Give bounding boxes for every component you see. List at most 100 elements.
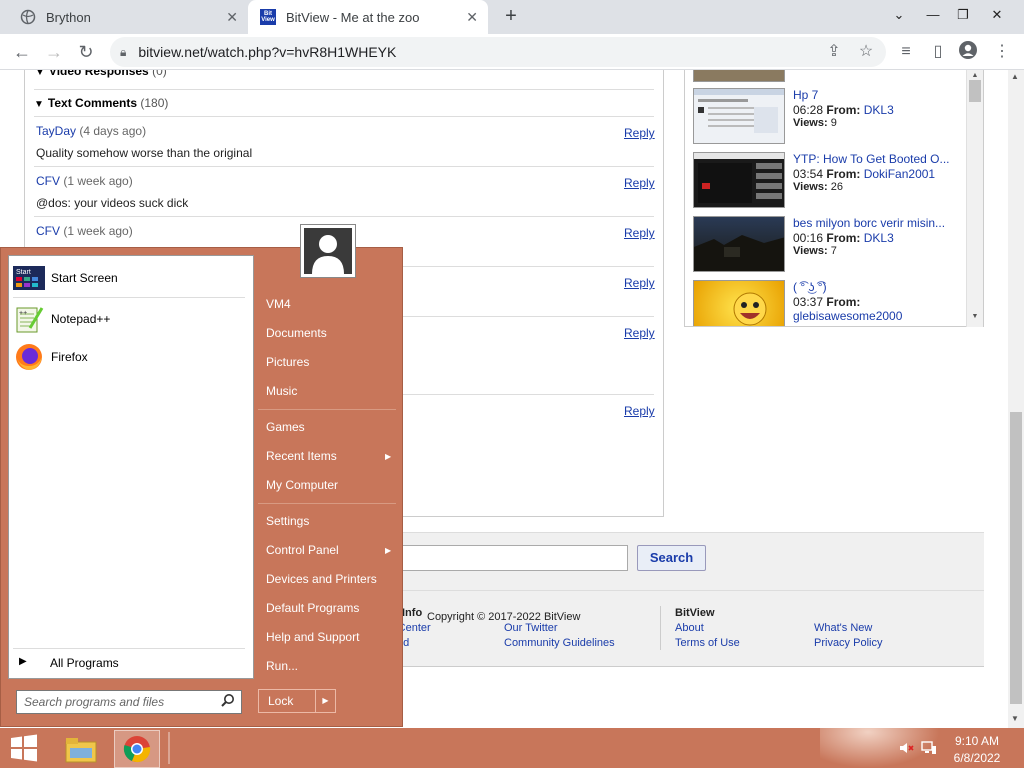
start-menu-programs-pane: Start Start Screen ++ Notepad++ Firefox … <box>8 255 254 679</box>
comment-author-link[interactable]: CFV <box>36 174 60 188</box>
divider <box>258 503 396 504</box>
lock-button[interactable]: Lock <box>258 689 316 713</box>
restore-button[interactable]: ❐ <box>948 2 978 30</box>
start-link-documents[interactable]: Documents <box>266 326 327 340</box>
start-link-my-computer[interactable]: My Computer <box>266 478 338 492</box>
start-link-help-support[interactable]: Help and Support <box>266 630 359 644</box>
related-list-scrollbar[interactable]: ▲ ▼ <box>966 70 983 327</box>
start-link-music[interactable]: Music <box>266 384 297 398</box>
scroll-down-icon[interactable]: ▼ <box>1011 714 1019 723</box>
video-thumbnail[interactable] <box>693 152 785 208</box>
divider <box>168 732 170 764</box>
views-label: Views: <box>793 117 828 129</box>
clock-date[interactable]: 6/8/2022 <box>944 751 1010 765</box>
video-author-link[interactable]: DokiFan2001 <box>864 167 935 181</box>
kebab-menu-icon[interactable]: ⋮ <box>990 40 1014 64</box>
file-explorer-icon[interactable] <box>58 730 104 768</box>
start-item-notepad-plus-plus[interactable]: ++ Notepad++ <box>13 301 249 337</box>
user-account-picture[interactable] <box>300 224 356 278</box>
search-icon[interactable] <box>220 693 236 709</box>
footer-link-twitter[interactable]: Our Twitter <box>504 622 558 634</box>
related-video-item[interactable]: YTP: How To Get Booted O... 03:54 From: … <box>693 152 977 212</box>
related-video-item[interactable]: ( ͡° ͜ʖ ͡°) 03:37 From: glebisawesome200… <box>693 280 977 326</box>
related-video-item[interactable]: bes milyon borc verir misin... 00:16 Fro… <box>693 216 977 276</box>
video-thumbnail[interactable] <box>693 280 785 326</box>
search-button[interactable]: Search <box>637 545 706 571</box>
forward-button[interactable]: → <box>40 38 68 66</box>
scroll-thumb[interactable] <box>969 80 981 102</box>
start-link-run[interactable]: Run... <box>266 659 298 673</box>
start-link-control-panel[interactable]: Control Panel <box>266 543 339 557</box>
minimize-button[interactable]: — <box>918 2 948 30</box>
address-bar[interactable]: 🔒︎ bitview.net/watch.php?v=hvR8H1WHEYK <box>110 37 886 67</box>
bookmark-star-icon[interactable]: ☆ <box>854 40 878 64</box>
start-screen-icon: Start <box>13 262 45 294</box>
media-control-icon[interactable]: ≡ <box>894 40 918 64</box>
start-link-pictures[interactable]: Pictures <box>266 355 309 369</box>
footer-search-input[interactable] <box>380 545 628 571</box>
video-thumbnail[interactable] <box>693 216 785 272</box>
window-close-button[interactable]: ✕ <box>982 2 1012 30</box>
all-programs-button[interactable]: All Programs <box>50 656 119 670</box>
tab-search-chevron-icon[interactable]: ⌄ <box>884 2 914 30</box>
video-duration: 03:54 <box>793 167 824 181</box>
volume-muted-icon[interactable] <box>898 740 914 756</box>
video-author-link[interactable]: glebisawesome2000 <box>793 309 902 323</box>
profile-avatar-icon[interactable] <box>956 40 980 64</box>
reply-link[interactable]: Reply <box>624 326 655 340</box>
scroll-down-icon[interactable]: ▼ <box>969 313 981 321</box>
video-title-link[interactable]: Hp 7 <box>793 88 971 102</box>
reply-link[interactable]: Reply <box>624 276 655 290</box>
reply-link[interactable]: Reply <box>624 126 655 140</box>
video-thumbnail[interactable] <box>693 88 785 144</box>
lock-options-arrow-icon[interactable]: ▶ <box>315 689 336 713</box>
page-scroll-thumb[interactable] <box>1010 412 1022 704</box>
new-tab-button[interactable]: + <box>500 6 522 28</box>
reply-link[interactable]: Reply <box>624 176 655 190</box>
scroll-up-icon[interactable]: ▲ <box>1011 72 1019 81</box>
video-responses-header[interactable]: ▼ Video Responses (0) <box>35 70 167 78</box>
start-link-recent-items[interactable]: Recent Items <box>266 449 337 463</box>
video-author-link[interactable]: DKL3 <box>864 103 894 117</box>
footer-link-privacy[interactable]: Privacy Policy <box>814 637 882 649</box>
start-item-label: Firefox <box>51 350 88 364</box>
network-icon[interactable] <box>920 740 938 756</box>
clock-time[interactable]: 9:10 AM <box>944 734 1010 748</box>
chrome-taskbar-icon[interactable] <box>114 730 160 768</box>
start-link-vm4[interactable]: VM4 <box>266 297 291 311</box>
comment-author-link[interactable]: CFV <box>36 224 60 238</box>
footer-link-guidelines[interactable]: Community Guidelines <box>504 637 615 649</box>
start-search-input[interactable]: Search programs and files <box>16 690 242 714</box>
footer-link-about[interactable]: About <box>675 622 704 634</box>
windows-start-icon[interactable] <box>8 733 40 763</box>
tab-brython[interactable]: Brython ✕ <box>8 0 248 34</box>
video-author-link[interactable]: DKL3 <box>864 231 894 245</box>
footer-link-terms[interactable]: Terms of Use <box>675 637 740 649</box>
video-thumbnail[interactable] <box>693 70 785 82</box>
reply-link[interactable]: Reply <box>624 226 655 240</box>
comment-header: CFV (1 week ago) <box>36 224 133 238</box>
share-icon[interactable]: ⇪ <box>822 40 846 64</box>
start-link-games[interactable]: Games <box>266 420 305 434</box>
footer-link-whats-new[interactable]: What's New <box>814 622 872 634</box>
comment-author-link[interactable]: TayDay <box>36 124 76 138</box>
side-panel-icon[interactable]: ▯ <box>926 40 950 64</box>
video-title-link[interactable]: ( ͡° ͜ʖ ͡°) <box>793 280 971 294</box>
back-button[interactable]: ← <box>8 38 36 66</box>
reload-button[interactable]: ↻ <box>72 38 100 66</box>
close-icon[interactable]: ✕ <box>466 9 478 26</box>
video-meta: 06:28 From: DKL3 <box>793 103 894 117</box>
close-icon[interactable]: ✕ <box>226 9 238 26</box>
tab-bitview[interactable]: Bit View BitView - Me at the zoo ✕ <box>248 0 488 34</box>
video-title-link[interactable]: bes milyon borc verir misin... <box>793 216 971 230</box>
start-link-settings[interactable]: Settings <box>266 514 309 528</box>
start-link-default-programs[interactable]: Default Programs <box>266 601 359 615</box>
reply-link[interactable]: Reply <box>624 404 655 418</box>
scroll-up-icon[interactable]: ▲ <box>969 72 981 80</box>
text-comments-header[interactable]: ▼ Text Comments (180) <box>34 96 168 110</box>
start-link-devices-printers[interactable]: Devices and Printers <box>266 572 377 586</box>
start-item-firefox[interactable]: Firefox <box>13 339 249 375</box>
start-item-start-screen[interactable]: Start Start Screen <box>13 260 249 296</box>
video-title-link[interactable]: YTP: How To Get Booted O... <box>793 152 971 166</box>
related-video-item[interactable]: Hp 7 06:28 From: DKL3 Views: 9 <box>693 88 977 148</box>
